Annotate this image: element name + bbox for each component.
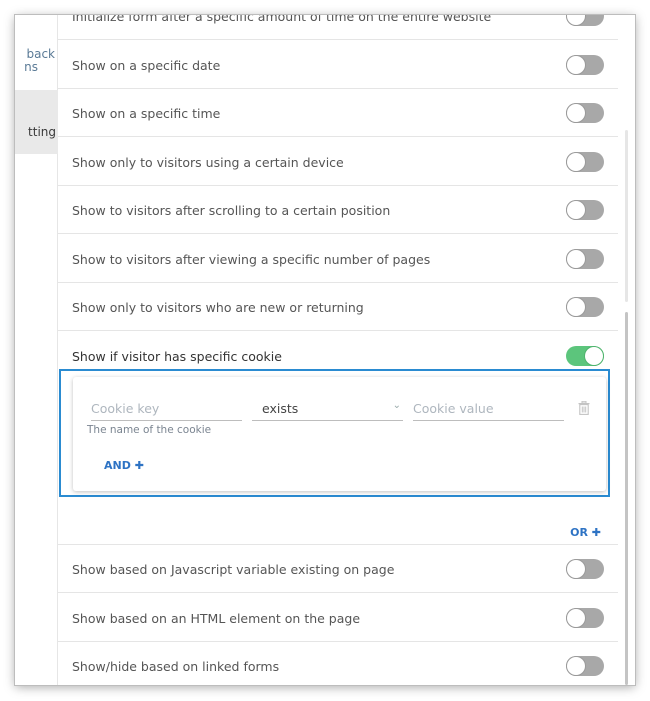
toggle-knob <box>567 56 585 74</box>
or-label: OR <box>570 526 588 539</box>
sidebar-item-feedback-label-2: ns <box>24 60 38 74</box>
sidebar: back ns tting <box>15 15 58 685</box>
toggle-scroll-position[interactable] <box>566 200 604 220</box>
toggle-knob <box>567 250 585 268</box>
toggle-cookie[interactable] <box>566 346 604 366</box>
cookie-key-input[interactable] <box>91 397 242 419</box>
setting-row-new-returning: Show only to visitors who are new or ret… <box>58 283 618 331</box>
setting-row-linked-forms: Show/hide based on linked forms <box>58 642 618 685</box>
scrollbar-thumb[interactable] <box>625 312 628 685</box>
plus-icon: ✚ <box>591 526 601 539</box>
setting-row-html-element: Show based on an HTML element on the pag… <box>58 594 618 642</box>
setting-label: Show to visitors after scrolling to a ce… <box>72 203 391 218</box>
setting-row-specific-time: Show on a specific time <box>58 89 618 137</box>
setting-label: Show based on Javascript variable existi… <box>72 562 395 577</box>
add-and-condition-button[interactable]: AND ✚ <box>104 459 144 472</box>
trash-icon[interactable] <box>578 401 590 415</box>
toggle-knob <box>585 347 603 365</box>
settings-window: back ns tting Initialize form after a sp… <box>15 15 635 685</box>
sidebar-item-feedback[interactable]: back ns <box>15 48 58 78</box>
toggle-knob <box>567 15 585 25</box>
or-condition-area <box>58 497 618 545</box>
add-or-condition-button[interactable]: OR ✚ <box>570 526 601 539</box>
sidebar-item-targeting[interactable]: tting <box>15 90 58 154</box>
setting-label: Show only to visitors who are new or ret… <box>72 300 364 315</box>
toggle-knob <box>567 153 585 171</box>
cookie-operator-select[interactable]: exists ⌄ <box>252 397 403 421</box>
cookie-value-input[interactable] <box>413 397 564 419</box>
cookie-operator-value: exists <box>262 401 299 416</box>
cookie-condition-card: exists ⌄ The name of the cookie AND <box>73 377 606 491</box>
toggle-knob <box>567 560 585 578</box>
toggle-specific-time[interactable] <box>566 103 604 123</box>
cookie-key-helper-text: The name of the cookie <box>87 424 212 436</box>
targeting-settings-panel: Initialize form after a specific amount … <box>58 15 618 685</box>
toggle-knob <box>567 201 585 219</box>
toggle-knob <box>567 104 585 122</box>
toggle-new-returning[interactable] <box>566 297 604 317</box>
cookie-condition-panel: exists ⌄ The name of the cookie AND <box>59 369 610 497</box>
toggle-knob <box>567 657 585 675</box>
setting-label: Show if visitor has specific cookie <box>72 349 282 364</box>
setting-label: Show to visitors after viewing a specifi… <box>72 252 431 267</box>
toggle-knob <box>567 298 585 316</box>
chevron-down-icon: ⌄ <box>392 400 401 411</box>
setting-row-page-views: Show to visitors after viewing a specifi… <box>58 235 618 283</box>
toggle-page-views[interactable] <box>566 249 604 269</box>
toggle-specific-date[interactable] <box>566 55 604 75</box>
toggle-html-element[interactable] <box>566 608 604 628</box>
setting-row-javascript-variable: Show based on Javascript variable existi… <box>58 545 618 593</box>
plus-icon: ✚ <box>134 459 144 472</box>
toggle-javascript-variable[interactable] <box>566 559 604 579</box>
sidebar-item-targeting-label: tting <box>28 125 56 139</box>
setting-row-specific-date: Show on a specific date <box>58 41 618 89</box>
toggle-device[interactable] <box>566 152 604 172</box>
toggle-knob <box>567 609 585 627</box>
setting-label: Show based on an HTML element on the pag… <box>72 611 361 626</box>
scrollbar[interactable] <box>618 15 635 685</box>
setting-label: Show only to visitors using a certain de… <box>72 155 344 170</box>
setting-label: Show on a specific date <box>72 58 221 73</box>
setting-label: Initialize form after a specific amount … <box>72 15 492 24</box>
toggle-initialize-time[interactable] <box>566 15 604 26</box>
cookie-value-field[interactable] <box>413 397 564 421</box>
and-label: AND <box>104 459 131 472</box>
setting-label: Show/hide based on linked forms <box>72 659 280 674</box>
scrollbar-track-upper <box>625 130 628 302</box>
setting-row-device: Show only to visitors using a certain de… <box>58 138 618 186</box>
setting-row-initialize-time: Initialize form after a specific amount … <box>58 15 618 40</box>
setting-label: Show on a specific time <box>72 106 221 121</box>
cookie-key-field[interactable] <box>91 397 242 421</box>
setting-row-scroll-position: Show to visitors after scrolling to a ce… <box>58 186 618 234</box>
toggle-linked-forms[interactable] <box>566 656 604 676</box>
